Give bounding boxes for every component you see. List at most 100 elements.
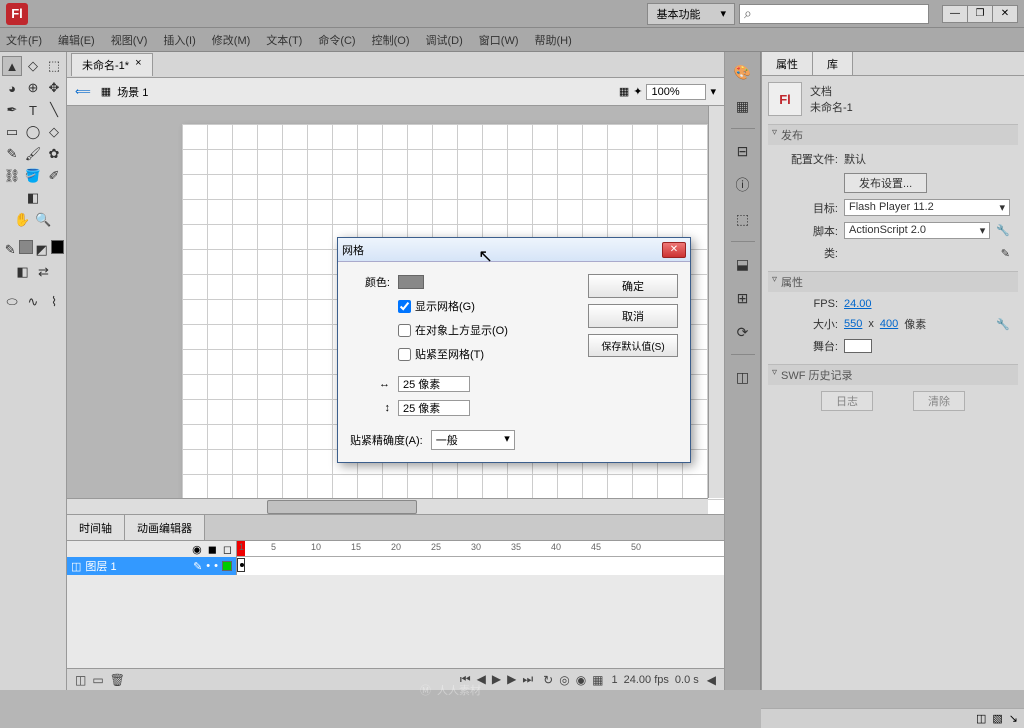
menu-help[interactable]: 帮助(H) <box>535 32 572 48</box>
timeline-menu-icon[interactable]: ◀ <box>705 673 718 687</box>
layer-eye-dot[interactable]: • <box>206 560 210 572</box>
ok-button[interactable]: 确定 <box>588 274 678 298</box>
cancel-button[interactable]: 取消 <box>588 304 678 328</box>
edit-multiple-icon[interactable]: ▦ <box>590 673 605 687</box>
back-icon[interactable]: ⟸ <box>75 85 91 98</box>
script-select[interactable]: ActionScript 2.0▾ <box>844 222 990 239</box>
stroke-color-swatch[interactable] <box>19 240 32 254</box>
snap-grid-checkbox[interactable] <box>398 348 411 361</box>
smooth-icon[interactable]: ∿ <box>23 292 43 312</box>
publish-section-header[interactable]: 发布 <box>768 124 1018 145</box>
close-button[interactable]: ✕ <box>992 5 1018 23</box>
stage-color-swatch[interactable] <box>844 339 872 353</box>
polystar-tool[interactable]: ◇ <box>44 122 64 142</box>
max-button[interactable]: ❐ <box>967 5 993 23</box>
save-default-button[interactable]: 保存默认值(S) <box>588 334 678 357</box>
library-panel-icon[interactable]: ⊞ <box>731 286 755 310</box>
eyedropper-tool[interactable]: ✐ <box>44 166 64 186</box>
tab-properties[interactable]: 属性 <box>762 52 813 75</box>
frames-track[interactable] <box>237 557 724 575</box>
pencil-tool[interactable]: ✎ <box>2 144 22 164</box>
zoom-tool[interactable]: 🔍 <box>34 210 54 230</box>
edit-scene-icon[interactable]: ▦ <box>619 85 629 98</box>
menu-file[interactable]: 文件(F) <box>6 32 42 48</box>
zoom-select[interactable]: 100% <box>646 84 706 100</box>
align-panel-icon[interactable]: ⊟ <box>731 139 755 163</box>
status-icon[interactable]: ◫ <box>976 712 986 725</box>
motion-panel-icon[interactable]: ◫ <box>731 365 755 389</box>
wrench-icon[interactable]: 🔧 <box>996 224 1010 237</box>
last-frame-icon[interactable]: ⏭ <box>520 672 535 687</box>
show-over-checkbox[interactable] <box>398 324 411 337</box>
3d-translate-tool[interactable]: ✥ <box>44 78 64 98</box>
color-panel-icon[interactable]: 🎨 <box>731 60 755 84</box>
doc-tab-close-icon[interactable]: × <box>135 57 141 73</box>
menu-text[interactable]: 文本(T) <box>266 32 302 48</box>
doc-tab[interactable]: 未命名-1* × <box>71 53 153 76</box>
dialog-close-button[interactable]: ✕ <box>662 242 686 258</box>
tab-timeline[interactable]: 时间轴 <box>67 515 125 540</box>
eye-icon[interactable]: ◉ <box>192 543 202 556</box>
menu-modify[interactable]: 修改(M) <box>212 32 251 48</box>
edit-symbols-icon[interactable]: ✦ <box>633 85 642 98</box>
eraser-tool[interactable]: ◧ <box>23 188 43 208</box>
menu-commands[interactable]: 命令(C) <box>318 32 355 48</box>
wrench-icon[interactable]: 🔧 <box>996 318 1010 331</box>
brush-tool[interactable]: 🖌 <box>23 144 43 164</box>
menu-edit[interactable]: 编辑(E) <box>58 32 95 48</box>
height-value[interactable]: 400 <box>880 318 898 330</box>
swf-section-header[interactable]: SWF 历史记录 <box>768 364 1018 385</box>
play-icon[interactable]: ▶ <box>490 672 503 687</box>
fill-color-swatch[interactable] <box>51 240 64 254</box>
attributes-section-header[interactable]: 属性 <box>768 271 1018 292</box>
tab-motion-editor[interactable]: 动画编辑器 <box>125 515 205 540</box>
chevron-down-icon[interactable]: ▾ <box>710 85 716 98</box>
fps-value[interactable]: 24.00 <box>844 298 872 310</box>
tab-library[interactable]: 库 <box>813 52 853 75</box>
loop-icon[interactable]: ↻ <box>541 673 555 687</box>
bone-tool[interactable]: ⛓ <box>2 166 22 186</box>
search-input[interactable] <box>739 4 929 24</box>
rect-tool[interactable]: ▭ <box>2 122 22 142</box>
delete-layer-icon[interactable]: 🗑 <box>108 673 127 687</box>
first-frame-icon[interactable]: ⏮ <box>458 672 473 687</box>
swap-colors-icon[interactable]: ⇄ <box>34 262 54 282</box>
lock-icon[interactable]: ◼ <box>208 543 217 556</box>
fill-color-icon[interactable]: ◩ <box>34 240 50 260</box>
menu-window[interactable]: 窗口(W) <box>479 32 519 48</box>
horizontal-scrollbar[interactable] <box>67 498 708 514</box>
deco-tool[interactable]: ✿ <box>44 144 64 164</box>
layer-lock-dot[interactable]: • <box>214 560 218 572</box>
info-panel-icon[interactable]: ⓘ <box>731 173 755 197</box>
frame-ruler[interactable]: 1 5 10 15 20 25 30 35 40 45 50 <box>237 541 724 557</box>
onion-skin-icon[interactable]: ◎ <box>557 673 571 687</box>
next-frame-icon[interactable]: ▶ <box>505 672 518 687</box>
bw-icon[interactable]: ◧ <box>13 262 33 282</box>
new-layer-icon[interactable]: ◫ <box>73 673 88 687</box>
layer-1[interactable]: ◫ 图层 1 ✎ • • <box>67 557 237 575</box>
pen-tool[interactable]: ✒ <box>2 100 22 120</box>
pencil-icon[interactable]: ✎ <box>1001 247 1010 260</box>
min-button[interactable]: — <box>942 5 968 23</box>
menu-debug[interactable]: 调试(D) <box>426 32 463 48</box>
hand-tool[interactable]: ✋ <box>13 210 33 230</box>
grid-color-swatch[interactable] <box>398 275 424 289</box>
oval-tool[interactable]: ◯ <box>23 122 43 142</box>
status-icon[interactable]: ↘ <box>1009 712 1018 725</box>
target-select[interactable]: Flash Player 11.2▾ <box>844 199 1010 216</box>
menu-control[interactable]: 控制(O) <box>372 32 410 48</box>
show-grid-checkbox[interactable] <box>398 300 411 313</box>
hspacing-input[interactable] <box>398 376 470 392</box>
width-value[interactable]: 550 <box>844 318 862 330</box>
lasso-tool[interactable]: ◕ <box>2 78 22 98</box>
straighten-icon[interactable]: ⌇ <box>44 292 64 312</box>
prev-frame-icon[interactable]: ◀ <box>475 672 488 687</box>
snap-object-icon[interactable]: ⬭ <box>2 292 22 312</box>
free-transform-tool[interactable]: ⬚ <box>44 56 64 76</box>
menu-view[interactable]: 视图(V) <box>111 32 148 48</box>
outline-icon[interactable]: ◻ <box>223 543 232 556</box>
selection-tool[interactable]: ▲ <box>2 56 22 76</box>
scene-name[interactable]: 场景 1 <box>117 84 148 100</box>
publish-settings-button[interactable]: 发布设置... <box>844 173 927 193</box>
transform-panel-icon[interactable]: ⬚ <box>731 207 755 231</box>
